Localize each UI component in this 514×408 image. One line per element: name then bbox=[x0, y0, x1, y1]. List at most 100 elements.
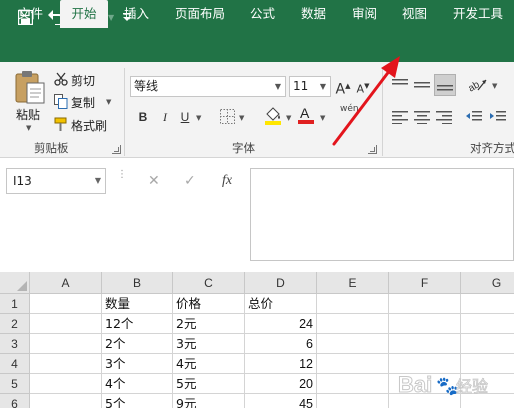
grow-font-icon[interactable]: A▲ bbox=[334, 77, 352, 98]
sheet-cell[interactable]: 2元 bbox=[173, 314, 245, 334]
tab-page-layout[interactable]: 页面布局 bbox=[175, 0, 225, 28]
name-box[interactable]: I13 ▼ bbox=[6, 168, 106, 194]
align-middle-icon[interactable] bbox=[414, 78, 430, 95]
sheet-cell[interactable] bbox=[30, 394, 102, 408]
column-header[interactable]: E bbox=[317, 272, 389, 294]
tab-insert[interactable]: 插入 bbox=[124, 0, 149, 28]
decrease-indent-icon[interactable] bbox=[466, 110, 482, 127]
row-header[interactable]: 3 bbox=[0, 334, 30, 354]
paste-icon[interactable] bbox=[14, 70, 46, 107]
sheet-cell[interactable]: 3个 bbox=[102, 354, 173, 374]
sheet-cell[interactable]: 价格 bbox=[173, 294, 245, 314]
align-right-icon[interactable] bbox=[436, 110, 452, 127]
tab-formulas[interactable]: 公式 bbox=[250, 0, 275, 28]
sheet-cell[interactable] bbox=[389, 294, 461, 314]
sheet-cell[interactable]: 4元 bbox=[173, 354, 245, 374]
sheet-cell[interactable]: 3元 bbox=[173, 334, 245, 354]
tab-home[interactable]: 开始 bbox=[60, 0, 108, 28]
sheet-cell[interactable]: 5个 bbox=[102, 394, 173, 408]
sheet-cell[interactable] bbox=[30, 354, 102, 374]
sheet-cell[interactable] bbox=[461, 314, 514, 334]
sheet-cell[interactable]: 12 bbox=[245, 354, 317, 374]
sheet-cell[interactable] bbox=[30, 314, 102, 334]
row-header[interactable]: 4 bbox=[0, 354, 30, 374]
tab-file[interactable]: 文件 bbox=[18, 0, 43, 28]
tab-view[interactable]: 视图 bbox=[402, 0, 427, 28]
row-header[interactable]: 6 bbox=[0, 394, 30, 408]
tab-developer[interactable]: 开发工具 bbox=[453, 0, 503, 28]
sheet-cell[interactable] bbox=[461, 334, 514, 354]
sheet-cell[interactable] bbox=[317, 314, 389, 334]
borders-dropdown-icon[interactable]: ▼ bbox=[239, 114, 244, 122]
sheet-cell[interactable] bbox=[389, 314, 461, 334]
bold-button[interactable]: B bbox=[134, 108, 152, 126]
enter-formula-button[interactable]: ✓ bbox=[184, 168, 196, 194]
align-center-icon[interactable] bbox=[414, 110, 430, 127]
sheet-cell[interactable] bbox=[317, 394, 389, 408]
orientation-dropdown-icon[interactable]: ▼ bbox=[492, 82, 497, 90]
font-color-icon[interactable]: A bbox=[297, 105, 315, 128]
cancel-formula-button[interactable]: ✕ bbox=[148, 168, 160, 194]
increase-indent-icon[interactable] bbox=[490, 110, 506, 127]
formula-input[interactable] bbox=[250, 168, 514, 261]
sheet-cell[interactable]: 12个 bbox=[102, 314, 173, 334]
italic-button[interactable]: I bbox=[156, 108, 174, 126]
sheet-cell[interactable] bbox=[30, 374, 102, 394]
sheet-cell[interactable] bbox=[30, 294, 102, 314]
paste-dropdown-icon[interactable]: ▼ bbox=[26, 124, 31, 132]
clipboard-launcher-icon[interactable] bbox=[112, 145, 121, 154]
sheet-cell[interactable] bbox=[389, 334, 461, 354]
shrink-font-icon[interactable]: A▼ bbox=[354, 77, 372, 96]
format-painter-button[interactable]: 格式刷 bbox=[71, 117, 107, 134]
row-header[interactable]: 2 bbox=[0, 314, 30, 334]
phonetic-guide-icon[interactable]: wén bbox=[340, 104, 359, 114]
font-name-dropdown-icon[interactable]: ▼ bbox=[271, 77, 285, 96]
copy-button[interactable]: 复制 bbox=[71, 94, 95, 111]
sheet-cell[interactable] bbox=[461, 294, 514, 314]
sheet-cell[interactable]: 24 bbox=[245, 314, 317, 334]
column-header[interactable]: F bbox=[389, 272, 461, 294]
column-header[interactable]: C bbox=[173, 272, 245, 294]
row-header[interactable]: 1 bbox=[0, 294, 30, 314]
sheet-cell[interactable]: 总价 bbox=[245, 294, 317, 314]
fill-color-icon[interactable] bbox=[264, 106, 282, 129]
copy-icon[interactable] bbox=[54, 94, 68, 112]
paste-button-label[interactable]: 粘贴 bbox=[16, 106, 40, 123]
sheet-cell[interactable]: 20 bbox=[245, 374, 317, 394]
column-header[interactable]: B bbox=[102, 272, 173, 294]
font-launcher-icon[interactable] bbox=[368, 145, 377, 154]
borders-icon[interactable] bbox=[220, 109, 235, 127]
copy-dropdown-icon[interactable]: ▼ bbox=[106, 98, 111, 106]
sheet-cell[interactable] bbox=[317, 374, 389, 394]
sheet-cell[interactable]: 6 bbox=[245, 334, 317, 354]
row-header[interactable]: 5 bbox=[0, 374, 30, 394]
sheet-cell[interactable]: 2个 bbox=[102, 334, 173, 354]
fill-color-dropdown-icon[interactable]: ▼ bbox=[286, 114, 291, 122]
column-header[interactable]: A bbox=[30, 272, 102, 294]
sheet-cell[interactable] bbox=[317, 354, 389, 374]
column-header[interactable]: G bbox=[461, 272, 514, 294]
insert-function-button[interactable]: fx bbox=[222, 168, 232, 194]
align-left-icon[interactable] bbox=[392, 110, 408, 127]
cut-button[interactable]: 剪切 bbox=[71, 72, 95, 89]
cut-icon[interactable] bbox=[54, 72, 68, 89]
align-top-icon[interactable] bbox=[392, 78, 408, 95]
align-bottom-icon[interactable] bbox=[434, 74, 456, 96]
formula-bar-grip-icon[interactable]: ⋮ bbox=[117, 170, 127, 190]
sheet-cell[interactable]: 45 bbox=[245, 394, 317, 408]
font-size-select[interactable]: 11 ▼ bbox=[289, 76, 331, 97]
underline-dropdown-icon[interactable]: ▼ bbox=[196, 114, 201, 122]
font-color-dropdown-icon[interactable]: ▼ bbox=[320, 114, 325, 122]
sheet-cell[interactable]: 数量 bbox=[102, 294, 173, 314]
tab-review[interactable]: 审阅 bbox=[352, 0, 377, 28]
font-size-dropdown-icon[interactable]: ▼ bbox=[316, 77, 330, 96]
select-all-button[interactable] bbox=[0, 272, 30, 294]
sheet-cell[interactable]: 5元 bbox=[173, 374, 245, 394]
sheet-cell[interactable] bbox=[317, 294, 389, 314]
orientation-icon[interactable]: ab bbox=[466, 74, 488, 97]
format-painter-icon[interactable] bbox=[54, 117, 68, 135]
sheet-cell[interactable]: 9元 bbox=[173, 394, 245, 408]
name-box-dropdown-icon[interactable]: ▼ bbox=[95, 169, 101, 193]
sheet-cell[interactable] bbox=[30, 334, 102, 354]
underline-button[interactable]: U bbox=[176, 108, 194, 126]
